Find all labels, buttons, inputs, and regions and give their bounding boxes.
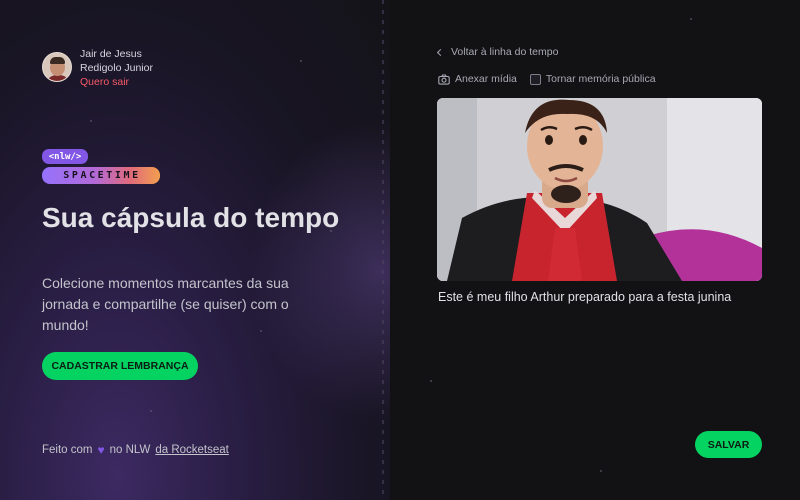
background-glow bbox=[250, 120, 390, 420]
chevron-left-icon bbox=[436, 48, 445, 56]
create-memory-button[interactable]: CADASTRAR LEMBRANÇA bbox=[42, 352, 198, 380]
user-name-line1: Jair de Jesus bbox=[80, 48, 142, 60]
spacetime-wordmark: SPACETIME bbox=[63, 170, 141, 181]
memory-editor: Voltar à linha do tempo Anexar mídia Tor… bbox=[390, 0, 800, 500]
attach-media-label: Anexar mídia bbox=[455, 73, 517, 85]
rocketseat-link[interactable]: da Rocketseat bbox=[155, 444, 229, 456]
user-name-line2: Redigolo Junior bbox=[80, 62, 153, 74]
hero-description: Colecione momentos marcantes da sua jorn… bbox=[42, 275, 289, 333]
page-title: Sua cápsula do tempo bbox=[42, 202, 340, 233]
attach-media-button[interactable]: Anexar mídia bbox=[438, 73, 517, 85]
user-profile: Jair de Jesus Redigolo Junior Quero sair bbox=[42, 47, 153, 89]
footer: Feito com ♥ no NLW da Rocketseat bbox=[42, 443, 229, 457]
camera-icon bbox=[438, 73, 450, 85]
back-label: Voltar à linha do tempo bbox=[451, 46, 559, 58]
footer-prefix: Feito com bbox=[42, 444, 93, 456]
memory-caption[interactable]: Este é meu filho Arthur preparado para a… bbox=[438, 290, 731, 304]
memory-toolbar: Anexar mídia Tornar memória pública bbox=[438, 73, 656, 85]
left-panel: Jair de Jesus Redigolo Junior Quero sair… bbox=[0, 0, 390, 500]
public-memory-toggle[interactable]: Tornar memória pública bbox=[529, 73, 656, 85]
heart-icon: ♥ bbox=[97, 443, 105, 457]
avatar[interactable] bbox=[42, 52, 72, 82]
memory-photo bbox=[437, 98, 762, 281]
footer-middle: no NLW bbox=[109, 444, 151, 456]
public-memory-label: Tornar memória pública bbox=[545, 73, 656, 85]
back-to-timeline-link[interactable]: Voltar à linha do tempo bbox=[436, 46, 559, 58]
public-memory-checkbox[interactable] bbox=[529, 73, 541, 85]
spacetime-logo: SPACETIME bbox=[42, 167, 160, 184]
save-button[interactable]: SALVAR bbox=[695, 431, 762, 458]
user-info: Jair de Jesus Redigolo Junior Quero sair bbox=[80, 47, 153, 89]
divider-stripe bbox=[382, 0, 384, 500]
logout-link[interactable]: Quero sair bbox=[80, 75, 153, 89]
nlw-logo-badge: <nlw/> bbox=[42, 149, 88, 164]
